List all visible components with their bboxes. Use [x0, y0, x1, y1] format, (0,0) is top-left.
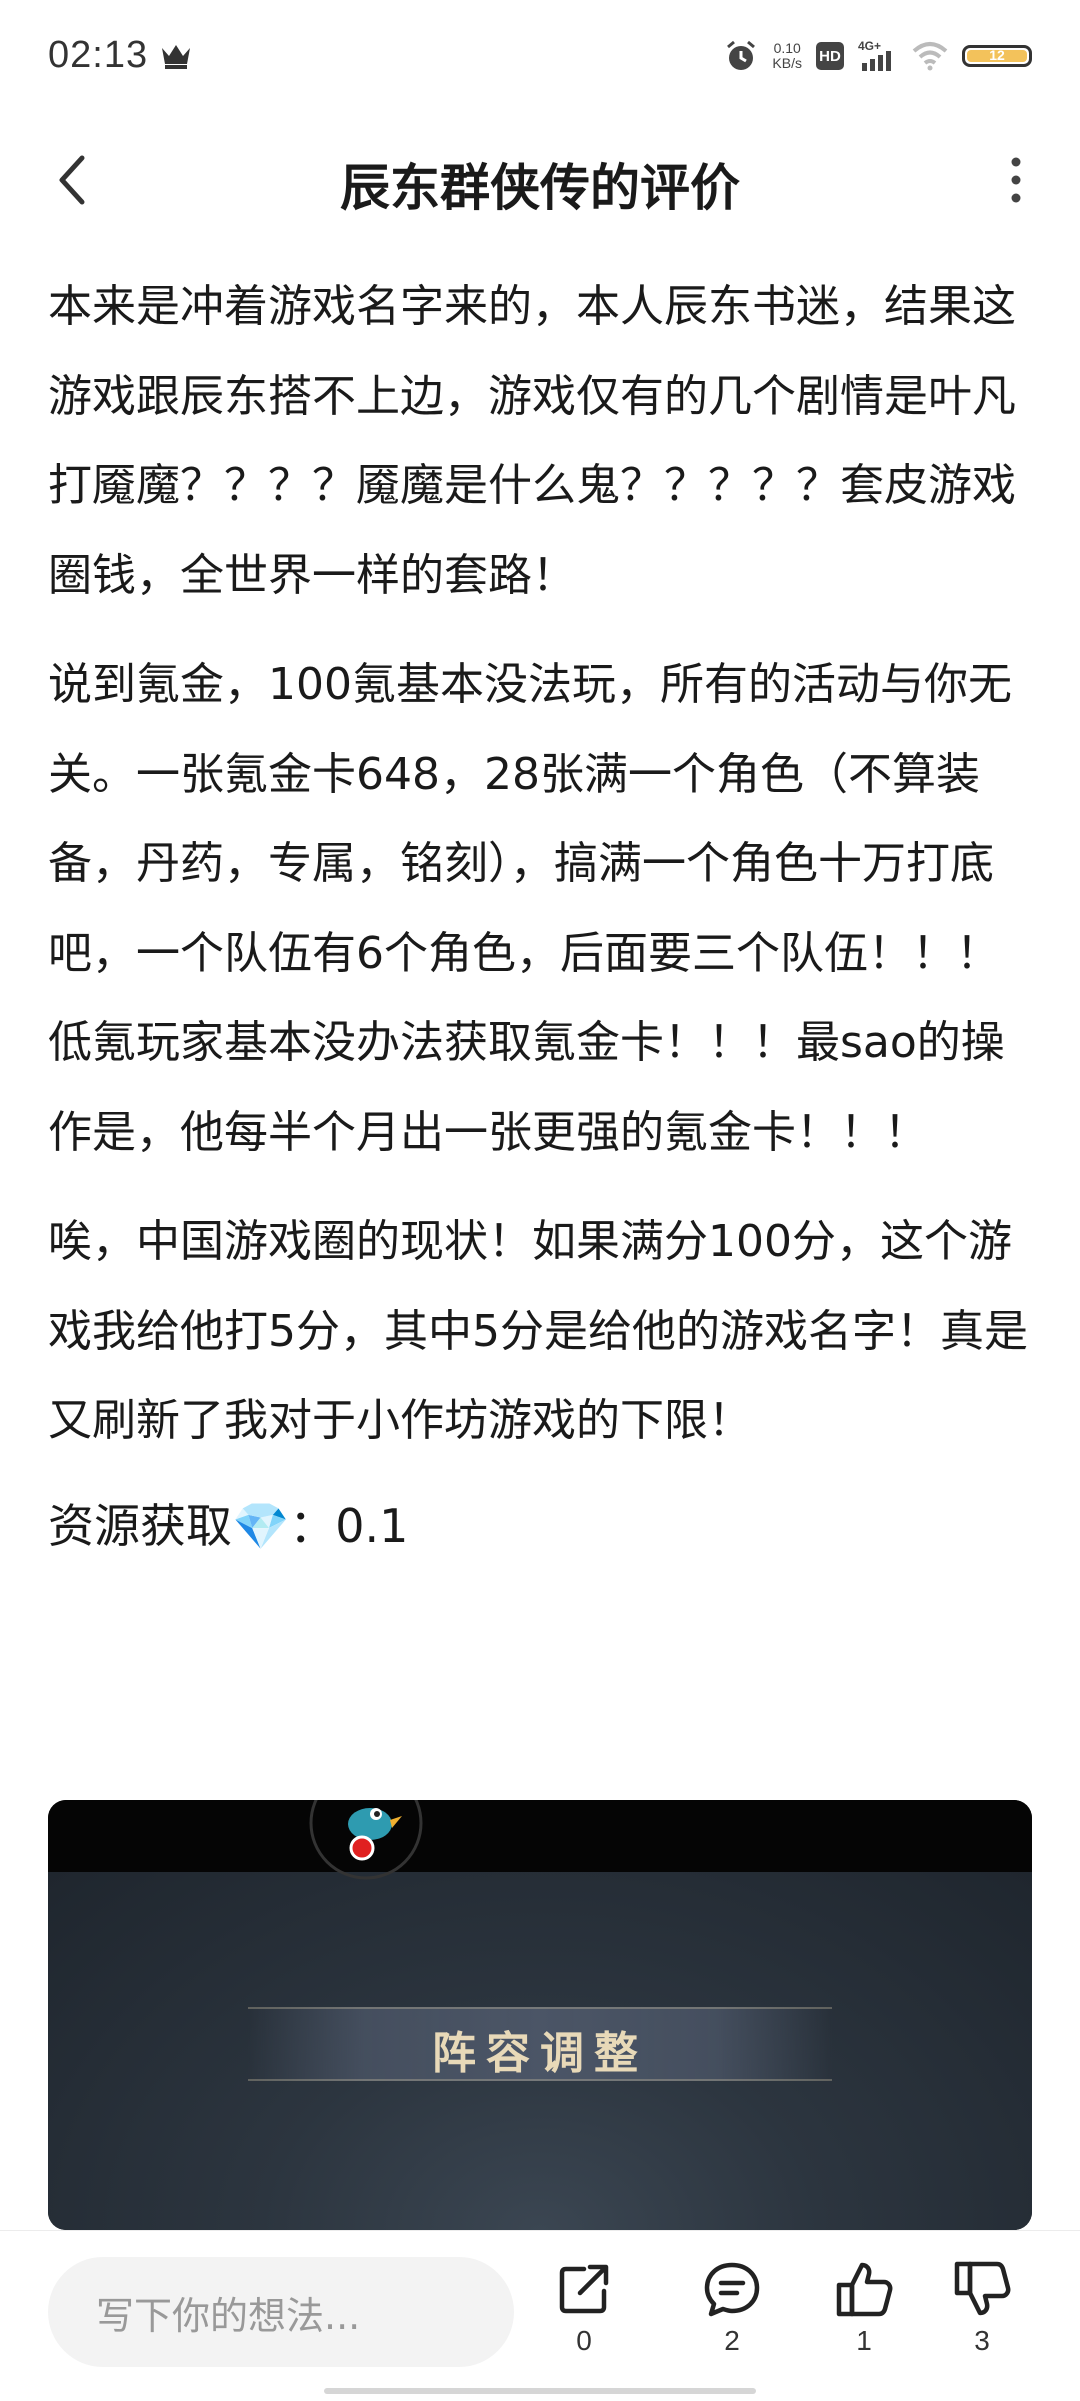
share-count: 0 — [576, 2325, 592, 2356]
review-paragraph: 唉，中国游戏圈的现状！如果满分100分，这个游戏我给他打5分，其中5分是给他的游… — [48, 1216, 1028, 1446]
status-bar: 02:13 0.10 KB/s HD 4G+ 12 — [0, 0, 1080, 120]
battery-icon: 12 — [962, 45, 1032, 67]
more-vertical-icon — [1011, 157, 1021, 203]
dislike-button[interactable]: 3 — [932, 2259, 1032, 2357]
home-indicator[interactable] — [324, 2388, 756, 2394]
screenshot-scene: 阵容调整 — [48, 1872, 1032, 2230]
comment-button[interactable]: 2 — [682, 2259, 782, 2357]
screenshot-banner: 阵容调整 — [248, 2007, 832, 2081]
network-speed-value: 0.10 — [773, 40, 801, 56]
mascot-icon — [309, 1800, 423, 1880]
like-button[interactable]: 1 — [814, 2259, 914, 2357]
network-speed: 0.10 KB/s — [772, 41, 802, 71]
battery-level: 12 — [989, 47, 1005, 63]
resource-label: 资源获取 — [48, 1498, 232, 1553]
wifi-icon — [912, 42, 948, 71]
signal-icon: 4G+ — [858, 39, 891, 71]
share-icon — [559, 2264, 609, 2314]
status-time: 02:13 — [48, 34, 149, 76]
network-speed-unit: KB/s — [772, 55, 802, 71]
hd-badge: HD — [816, 42, 844, 70]
status-indicators: 0.10 KB/s HD 4G+ 12 — [724, 36, 1032, 76]
page-title: 辰东群侠传的评价 — [340, 159, 740, 217]
screenshot-banner-text: 阵容调整 — [432, 2028, 648, 2079]
crown-icon — [162, 45, 190, 69]
resource-rating: 资源获取💎：0.1 — [48, 1486, 1032, 1566]
dislike-count: 3 — [974, 2325, 990, 2356]
thumbs-up-icon — [836, 2262, 893, 2317]
review-screenshot[interactable]: 阵容调整 — [48, 1800, 1032, 2230]
review-content: 本来是冲着游戏名字来的，本人辰东书迷，结果这游戏跟辰东搭不上边，游戏仅有的几个剧… — [48, 262, 1032, 1566]
header: 辰东群侠传的评价 — [0, 120, 1080, 240]
comment-count: 2 — [724, 2325, 740, 2356]
bottom-action-bar: 写下你的想法... 0 2 1 3 — [0, 2230, 1080, 2401]
review-paragraph: 说到氪金，100氪基本没法玩，所有的活动与你无关。一张氪金卡648，28张满一个… — [48, 659, 1012, 1158]
share-button[interactable]: 0 — [534, 2259, 634, 2357]
gem-icon: 💎 — [232, 1498, 290, 1553]
comment-icon — [704, 2262, 760, 2317]
screenshot-top-strip — [48, 1800, 1032, 1872]
review-paragraph: 本来是冲着游戏名字来的，本人辰东书迷，结果这游戏跟辰东搭不上边，游戏仅有的几个剧… — [48, 281, 1016, 601]
thumbs-down-icon — [954, 2261, 1011, 2316]
alarm-icon — [727, 40, 756, 70]
more-button[interactable] — [984, 148, 1048, 212]
comment-input[interactable]: 写下你的想法... — [48, 2257, 514, 2367]
signal-label: 4G+ — [858, 39, 881, 53]
like-count: 1 — [856, 2325, 872, 2356]
resource-value: ：0.1 — [289, 1498, 409, 1553]
